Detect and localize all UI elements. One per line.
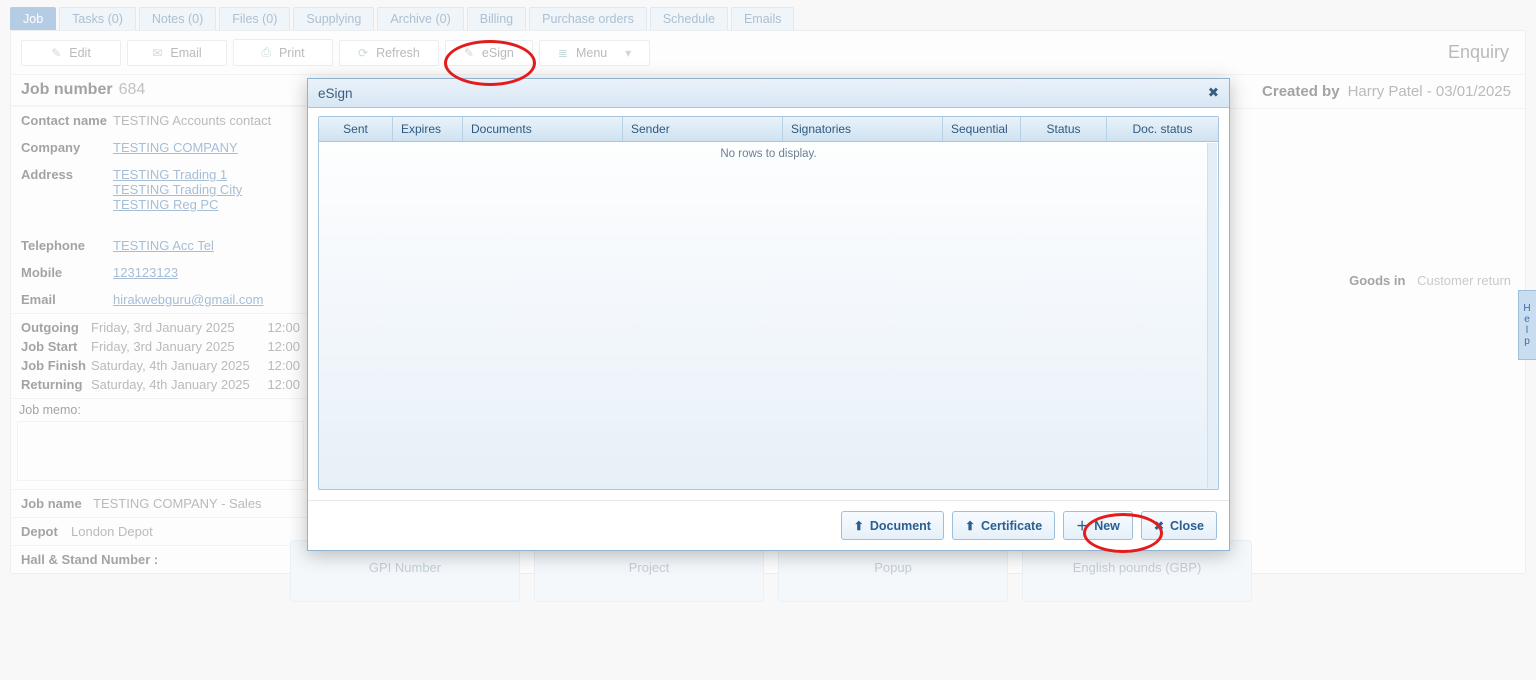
goods-in-label: Goods in xyxy=(1349,273,1405,288)
jobfinish-label: Job Finish xyxy=(21,358,91,373)
jobfinish-time: 12:00 xyxy=(250,358,300,373)
col-expires[interactable]: Expires xyxy=(393,117,463,141)
esign-modal: eSign ✖ Sent Expires Documents Sender Si… xyxy=(307,78,1230,551)
job-memo-box xyxy=(17,421,304,481)
modal-title: eSign xyxy=(318,86,353,101)
close-icon: ✖ xyxy=(1154,519,1164,533)
email-button[interactable]: ✉Email xyxy=(127,40,227,66)
telephone-link[interactable]: TESTING Acc Tel xyxy=(113,238,214,253)
returning-time: 12:00 xyxy=(250,377,300,392)
plus-icon: ＋ xyxy=(1076,517,1088,534)
refresh-icon: ⟳ xyxy=(358,46,368,60)
toolbar: ✎Edit ✉Email ⎙Print ⟳Refresh ✎eSign ≣Men… xyxy=(11,31,1525,75)
contact-name-label: Contact name xyxy=(21,113,113,128)
hall-label: Hall & Stand Number : xyxy=(21,552,158,567)
col-sequential[interactable]: Sequential xyxy=(943,117,1021,141)
main-tabs: Job Tasks (0) Notes (0) Files (0) Supply… xyxy=(0,0,1536,30)
tab-job[interactable]: Job xyxy=(10,7,56,30)
edit-button[interactable]: ✎Edit xyxy=(21,40,121,66)
returning-value: Saturday, 4th January 2025 xyxy=(91,377,250,392)
company-link[interactable]: TESTING COMPANY xyxy=(113,140,238,155)
jobname-value: TESTING COMPANY - Sales xyxy=(93,496,262,511)
print-icon: ⎙ xyxy=(261,45,271,60)
job-number-value: 684 xyxy=(119,81,146,99)
created-by-value: Harry Patel - 03/01/2025 xyxy=(1348,83,1511,100)
depot-label: Depot xyxy=(21,524,71,539)
col-signatories[interactable]: Signatories xyxy=(783,117,943,141)
grid-scrollbar[interactable] xyxy=(1207,143,1217,488)
tab-schedule[interactable]: Schedule xyxy=(650,7,728,30)
modal-close-icon[interactable]: ✖ xyxy=(1208,85,1219,101)
mobile-label: Mobile xyxy=(21,265,113,280)
jobfinish-value: Saturday, 4th January 2025 xyxy=(91,358,250,373)
upload-icon: ⬆ xyxy=(854,519,864,533)
telephone-label: Telephone xyxy=(21,238,113,253)
tab-emails[interactable]: Emails xyxy=(731,7,795,30)
help-tab[interactable]: Help xyxy=(1518,290,1536,360)
col-sender[interactable]: Sender xyxy=(623,117,783,141)
jobstart-time: 12:00 xyxy=(250,339,300,354)
job-details-panel: Job number 684 Contact nameTESTING Accou… xyxy=(11,75,311,573)
certificate-button[interactable]: ⬆Certificate xyxy=(952,511,1055,540)
email-label: Email xyxy=(21,292,113,307)
page-mode-label: Enquiry xyxy=(1448,42,1515,63)
created-by-label: Created by xyxy=(1262,83,1340,100)
outgoing-value: Friday, 3rd January 2025 xyxy=(91,320,250,335)
job-number-label: Job number xyxy=(21,81,113,99)
mobile-link[interactable]: 123123123 xyxy=(113,265,178,280)
depot-value: London Depot xyxy=(71,524,153,539)
tab-archive[interactable]: Archive (0) xyxy=(377,7,463,30)
chevron-down-icon: ▾ xyxy=(625,46,631,60)
esign-button[interactable]: ✎eSign xyxy=(445,40,533,66)
outgoing-time: 12:00 xyxy=(250,320,300,335)
job-memo-label: Job memo: xyxy=(11,399,310,417)
returning-label: Returning xyxy=(21,377,91,392)
company-label: Company xyxy=(21,140,113,155)
jobstart-value: Friday, 3rd January 2025 xyxy=(91,339,250,354)
jobname-label: Job name xyxy=(21,496,93,511)
col-sent[interactable]: Sent xyxy=(319,117,393,141)
col-status[interactable]: Status xyxy=(1021,117,1107,141)
address-label: Address xyxy=(21,167,113,212)
pen-icon: ✎ xyxy=(464,46,474,60)
tab-supplying[interactable]: Supplying xyxy=(293,7,374,30)
esign-grid: Sent Expires Documents Sender Signatorie… xyxy=(318,116,1219,490)
goods-in-value: Customer return xyxy=(1417,273,1511,288)
grid-empty-text: No rows to display. xyxy=(319,142,1218,166)
list-icon: ≣ xyxy=(558,46,568,60)
mail-icon: ✉ xyxy=(152,46,162,60)
pencil-icon: ✎ xyxy=(51,46,61,60)
tab-notes[interactable]: Notes (0) xyxy=(139,7,216,30)
tab-purchase-orders[interactable]: Purchase orders xyxy=(529,7,647,30)
new-button[interactable]: ＋New xyxy=(1063,511,1133,540)
refresh-button[interactable]: ⟳Refresh xyxy=(339,40,439,66)
address-line-1[interactable]: TESTING Trading 1 xyxy=(113,167,242,182)
address-line-2[interactable]: TESTING Trading City xyxy=(113,182,242,197)
print-button[interactable]: ⎙Print xyxy=(233,39,333,66)
upload-icon: ⬆ xyxy=(965,519,975,533)
document-button[interactable]: ⬆Document xyxy=(841,511,944,540)
close-button[interactable]: ✖Close xyxy=(1141,511,1217,540)
email-link[interactable]: hirakwebguru@gmail.com xyxy=(113,292,263,307)
contact-name-value: TESTING Accounts contact xyxy=(113,113,271,128)
outgoing-label: Outgoing xyxy=(21,320,91,335)
jobstart-label: Job Start xyxy=(21,339,91,354)
menu-button[interactable]: ≣Menu▾ xyxy=(539,40,650,66)
tab-files[interactable]: Files (0) xyxy=(219,7,290,30)
tab-tasks[interactable]: Tasks (0) xyxy=(59,7,136,30)
col-documents[interactable]: Documents xyxy=(463,117,623,141)
col-doc-status[interactable]: Doc. status xyxy=(1107,117,1218,141)
address-line-3[interactable]: TESTING Reg PC xyxy=(113,197,242,212)
tab-billing[interactable]: Billing xyxy=(467,7,526,30)
